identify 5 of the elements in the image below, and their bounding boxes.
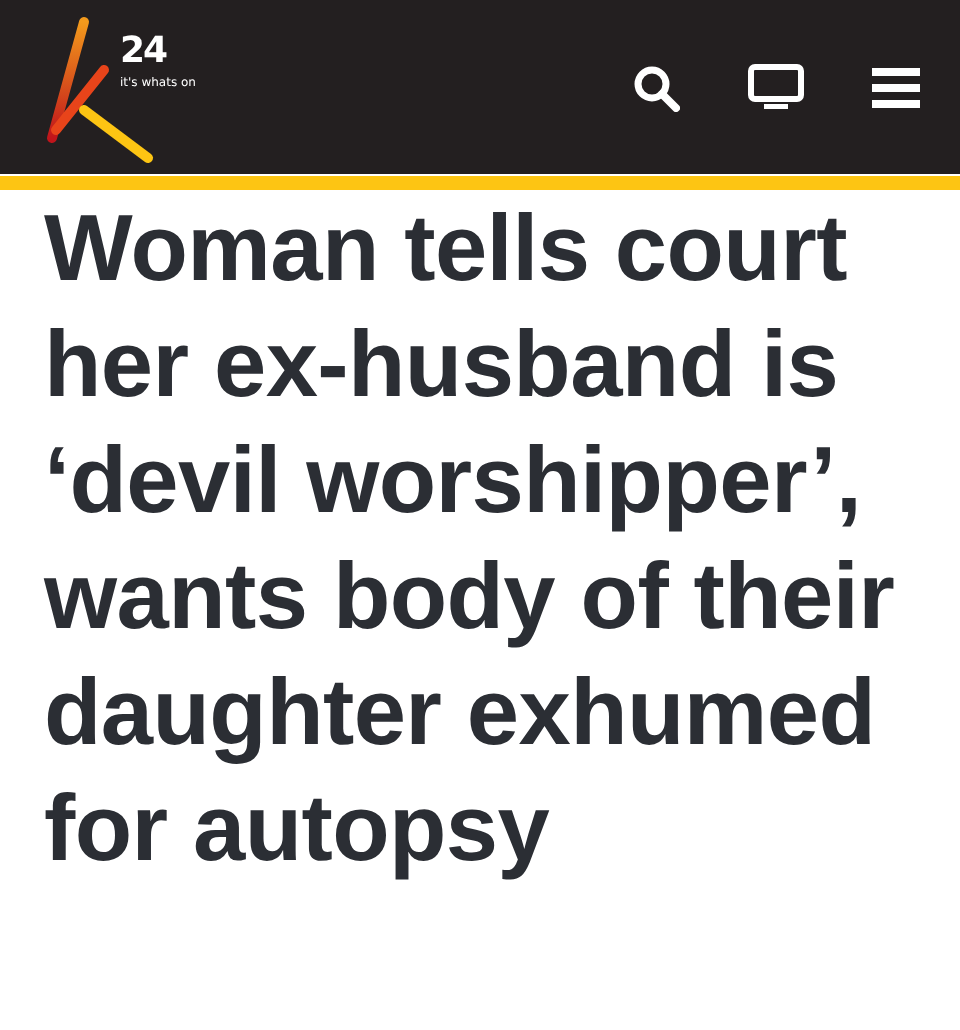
search-icon[interactable] bbox=[632, 64, 680, 112]
logo-number: 24 bbox=[120, 33, 167, 69]
monitor-icon[interactable] bbox=[748, 64, 804, 112]
headline: Woman tells court her ex-husband is ‘devil worshipper’, wants body of their daughter exhumed for autopsy bbox=[42, 192, 897, 884]
menu-icon[interactable] bbox=[872, 66, 920, 110]
